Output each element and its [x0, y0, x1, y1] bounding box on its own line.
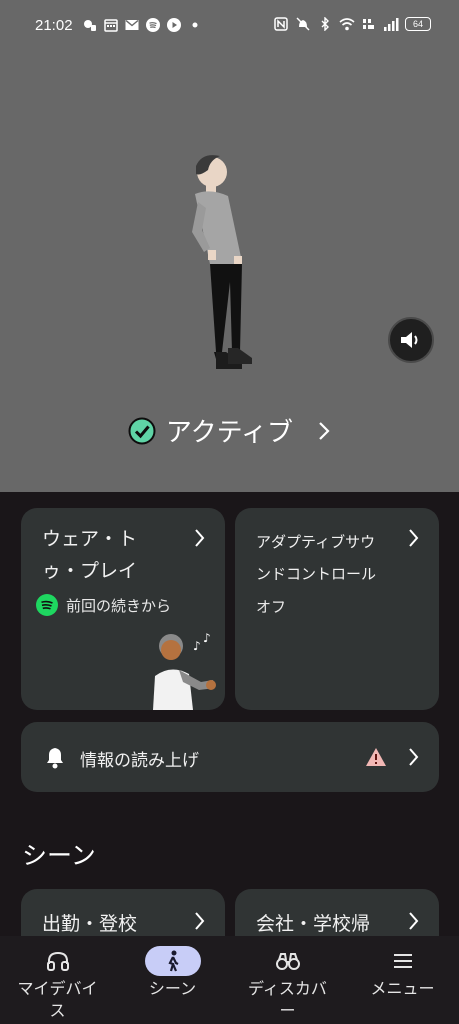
adaptive-sound-control-card[interactable]: アダプティブサウ ンドコントロール オフ	[235, 508, 439, 710]
nav-menu[interactable]: メニュー	[345, 936, 459, 1024]
svg-text:♪: ♪	[193, 639, 201, 653]
standing-person-illustration	[180, 152, 270, 436]
nfc-icon	[273, 16, 289, 32]
nav-scenes[interactable]: シーン	[115, 936, 230, 1024]
calendar-icon	[103, 17, 119, 33]
sound-toggle-button[interactable]	[388, 317, 434, 363]
chevron-right-icon	[409, 748, 419, 766]
wifi-icon	[339, 16, 355, 32]
headphones-icon	[30, 946, 86, 976]
walk-icon	[144, 946, 201, 976]
chevron-right-icon	[409, 529, 419, 547]
battery-icon: 64	[405, 17, 431, 31]
mute-icon	[295, 16, 311, 32]
read-aloud-title: 情報の読み上げ	[80, 751, 199, 771]
spotify-subtitle: 前回の続きから	[66, 596, 172, 615]
media-icon	[166, 17, 182, 33]
status-notification-icons	[82, 17, 203, 33]
status-time: 21:02	[35, 17, 73, 34]
status-bar: 21:02 64	[0, 0, 459, 52]
nav-label: ディスカバ ー	[248, 979, 327, 1020]
chevron-right-icon	[409, 912, 419, 930]
spotify-row: 前回の続きから	[36, 594, 171, 616]
adaptive-sound-value: オフ	[256, 598, 287, 616]
card-title: ウェア・ト ゥ・プレイ	[42, 528, 138, 582]
binoculars-icon	[260, 946, 316, 976]
listening-person-illustration: ♪ ♪	[153, 631, 216, 710]
bottom-navigation: マイデバイ ス シーン ディスカバ ー メニュー	[0, 936, 459, 1024]
nav-label: マイデバイ ス	[17, 979, 98, 1020]
read-aloud-card[interactable]: 情報の読み上げ	[21, 722, 439, 792]
spotify-icon	[36, 594, 58, 616]
nav-discover[interactable]: ディスカバ ー	[230, 936, 345, 1024]
warning-icon	[366, 748, 386, 766]
chevron-right-icon	[319, 421, 330, 440]
active-mode-selector[interactable]: アクティブ	[0, 412, 459, 449]
bluetooth-icon	[317, 16, 333, 32]
volte-icon	[361, 16, 377, 32]
scene-label: 出勤・登校	[42, 913, 138, 935]
nav-label: メニュー	[370, 979, 435, 998]
hero-panel: アクティブ	[0, 52, 459, 492]
signal-icon	[383, 16, 399, 32]
card-title: アダプティブサウ ンドコントロール	[256, 533, 377, 583]
menu-icon	[375, 946, 431, 976]
app-icon	[82, 17, 98, 33]
check-circle-icon	[128, 417, 156, 444]
nav-my-device[interactable]: マイデバイ ス	[0, 936, 115, 1024]
mode-label: アクティブ	[165, 418, 294, 448]
dot-icon	[187, 17, 203, 33]
status-system-icons: 64	[273, 16, 431, 32]
chevron-right-icon	[195, 529, 205, 547]
svg-text:♪: ♪	[203, 631, 211, 645]
bell-icon	[47, 748, 63, 769]
wear-to-play-card[interactable]: ウェア・ト ゥ・プレイ 前回の続きから ♪ ♪	[21, 508, 225, 710]
scene-label: 会社・学校帰	[256, 913, 371, 935]
volume-icon	[401, 332, 418, 348]
spotify-icon	[145, 17, 161, 33]
mail-icon	[124, 17, 140, 33]
chevron-right-icon	[195, 912, 205, 930]
scenes-heading: シーン	[22, 841, 96, 870]
nav-label: シーン	[148, 979, 197, 998]
